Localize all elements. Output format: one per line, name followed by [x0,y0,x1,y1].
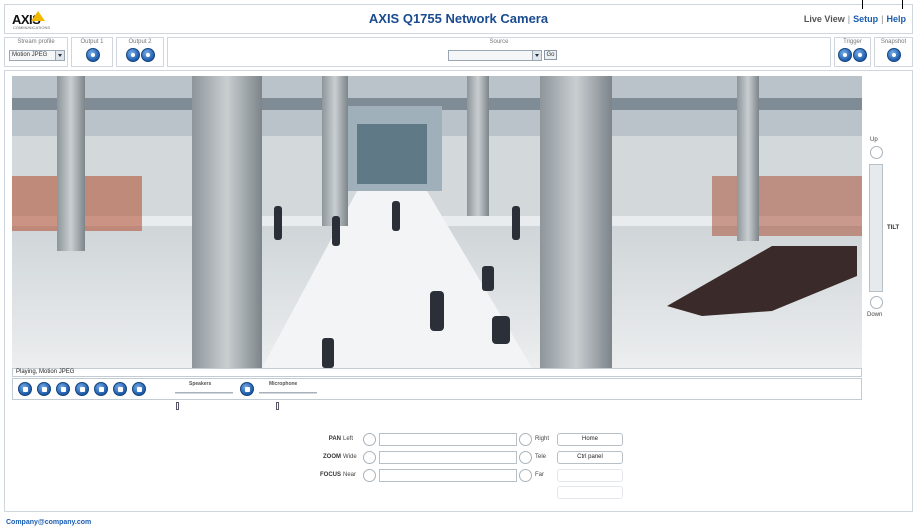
tilt-slider[interactable] [869,164,883,292]
pan-left-label: Left [343,436,354,442]
source-select[interactable] [448,50,542,61]
microphone-icon[interactable] [240,382,254,396]
video-controls: Speakers Microphone [12,378,862,410]
page-title: AXIS Q1755 Network Camera [368,11,549,26]
toolbar: Stream profile Motion JPEG Output 1 Outp… [4,37,913,67]
trigger-label: Trigger [843,39,862,45]
record-icon[interactable] [75,382,89,396]
zoom-tele-label: Tele [535,454,547,460]
output1-label: Output 1 [80,39,104,45]
live-view-panel: Playing, Motion JPEG Speakers Microphone… [4,70,913,512]
output2-group: Output 2 [116,37,164,67]
pan-right-label: Right [535,436,550,442]
source-label: Source [489,39,509,45]
stream-profile-value: Motion JPEG [12,52,48,58]
pointer-marker [902,0,903,9]
zoom-row: ZOOM Wide Tele Ctrl panel [311,451,631,464]
snapshot-label: Snapshot [880,39,907,45]
zoom-label: ZOOM [323,454,341,460]
output1-group: Output 1 [71,37,113,67]
tilt-down-arrow-icon[interactable] [870,296,883,309]
ctrl-panel-button[interactable]: Ctrl panel [557,451,623,464]
snapshot-icon[interactable] [37,382,51,396]
output2-off-button[interactable] [141,48,155,62]
focus-far-label: Far [535,472,544,478]
output2-label: Output 2 [128,39,152,45]
nav-help[interactable]: Help [886,14,906,24]
play-icon[interactable] [94,382,108,396]
output1-bell-button[interactable] [86,48,100,62]
tilt-up-arrow-icon[interactable] [870,146,883,159]
footer-email[interactable]: Company@company.com [6,519,91,526]
chevron-down-icon [532,51,541,60]
focus-near-label: Near [343,472,357,478]
pointer-marker [862,0,863,9]
focus-row: FOCUS Near Far [311,469,631,482]
stop-icon[interactable] [18,382,32,396]
speaker-icon[interactable] [132,382,146,396]
speakers-slider-handle[interactable] [176,402,179,410]
zoom-tele-arrow-icon[interactable] [519,451,532,464]
tilt-label: TILT [887,225,900,231]
pan-label: PAN [328,436,341,442]
fullscreen-icon[interactable] [56,382,70,396]
pan-row: PAN Left Right Home [311,433,631,446]
focus-slider[interactable] [379,469,517,482]
microphone-slider[interactable] [259,392,317,410]
tilt-up-label: Up [870,137,878,143]
nav-separator: | [847,14,851,24]
snapshot-camera-button[interactable] [887,48,901,62]
zoom-icon[interactable] [113,382,127,396]
microphone-slider-handle[interactable] [276,402,279,410]
nav-live-view[interactable]: Live View [804,14,845,24]
stream-profile-select[interactable]: Motion JPEG [9,50,65,61]
zoom-wide-label: Wide [343,454,357,460]
microphone-label: Microphone [269,381,298,387]
focus-far-arrow-icon[interactable] [519,469,532,482]
focus-label: FOCUS [320,472,341,478]
zoom-slider[interactable] [379,451,517,464]
trigger-on-button[interactable] [838,48,852,62]
header: AXIS COMMUNICATIONS AXIS Q1755 Network C… [4,0,913,34]
source-go-button[interactable]: Go [544,50,557,60]
home-button[interactable]: Home [557,433,623,446]
video-status-bar: Playing, Motion JPEG [12,368,862,377]
pan-slider[interactable] [379,433,517,446]
chevron-down-icon [55,51,64,60]
focus-near-arrow-icon[interactable] [363,469,376,482]
stream-profile-label: Stream profile [17,39,55,45]
empty-button-slot [557,469,623,482]
empty-button-slot [557,486,623,499]
nav-setup[interactable]: Setup [853,14,878,24]
snapshot-group: Snapshot [874,37,913,67]
source-group: Source Go [167,37,831,67]
zoom-wide-arrow-icon[interactable] [363,451,376,464]
tilt-down-label: Down [867,312,883,318]
top-nav: Live View | Setup | Help [804,14,906,24]
video-frame-image [12,76,862,368]
trigger-group: Trigger [834,37,871,67]
speakers-slider[interactable] [175,392,233,410]
pan-right-arrow-icon[interactable] [519,433,532,446]
video-stream[interactable] [12,76,862,368]
camera-page: AXIS COMMUNICATIONS AXIS Q1755 Network C… [0,0,917,530]
output2-on-button[interactable] [126,48,140,62]
trigger-off-button[interactable] [853,48,867,62]
speakers-label: Speakers [189,381,212,387]
pan-left-arrow-icon[interactable] [363,433,376,446]
stream-profile-group: Stream profile Motion JPEG [4,37,68,67]
nav-separator: | [881,14,884,24]
